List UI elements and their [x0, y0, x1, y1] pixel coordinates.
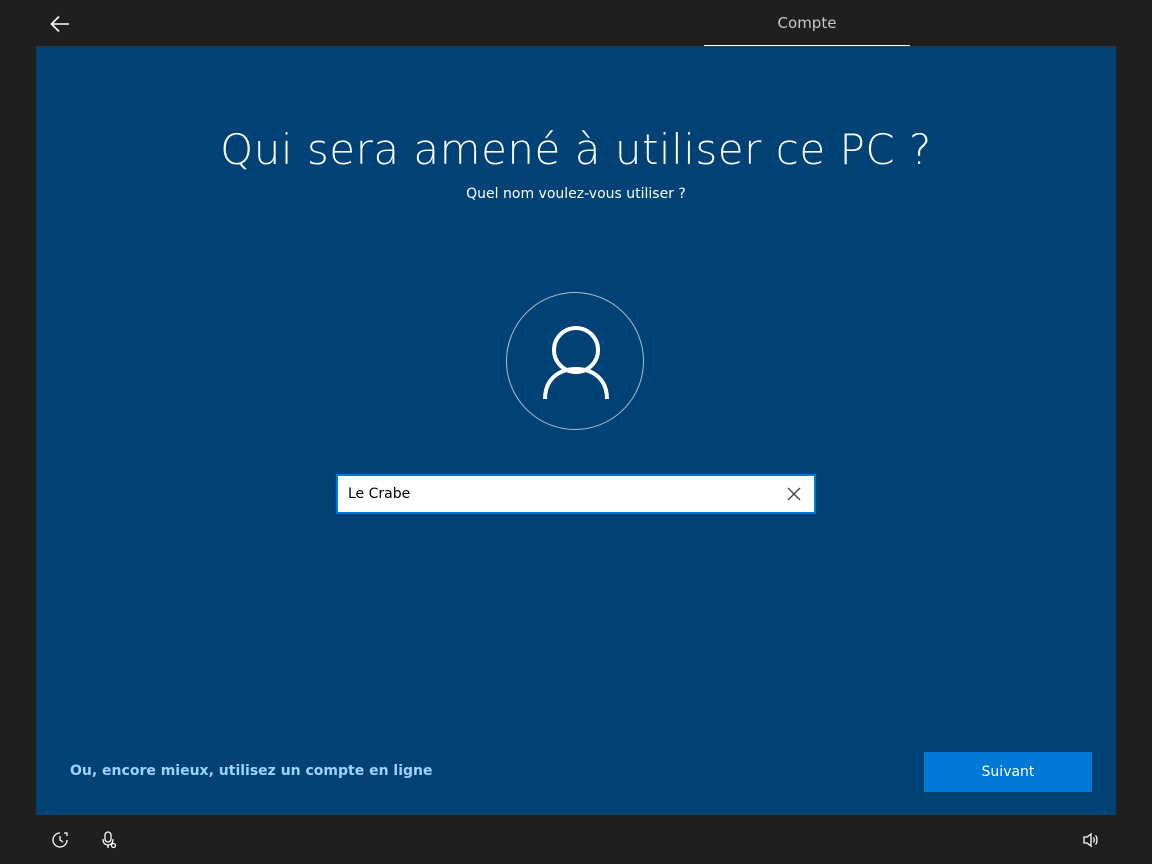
clear-button[interactable] [780, 480, 808, 508]
back-button[interactable] [44, 8, 76, 40]
ease-of-access-button[interactable] [49, 829, 71, 851]
microphone-button[interactable] [98, 829, 120, 851]
avatar [506, 292, 644, 430]
online-account-link[interactable]: Ou, encore mieux, utilisez un compte en … [70, 763, 433, 779]
account-setup-panel: Qui sera amené à utiliser ce PC ? Quel n… [36, 47, 1116, 815]
volume-icon [1083, 832, 1098, 848]
microphone-icon [102, 831, 117, 849]
user-icon [543, 326, 609, 400]
ease-of-access-icon [52, 832, 68, 848]
next-button[interactable]: Suivant [924, 752, 1092, 792]
name-input[interactable] [348, 476, 768, 512]
bottom-bar [0, 815, 1152, 864]
name-field[interactable] [336, 474, 816, 514]
top-bar: Compte [0, 0, 1152, 47]
back-arrow-icon [50, 15, 69, 33]
close-icon [787, 487, 801, 501]
page-title: Qui sera amené à utiliser ce PC ? [220, 125, 932, 174]
page-subtitle: Quel nom voulez-vous utiliser ? [466, 186, 686, 202]
tab-compte: Compte [777, 14, 837, 32]
volume-button[interactable] [1080, 829, 1102, 851]
